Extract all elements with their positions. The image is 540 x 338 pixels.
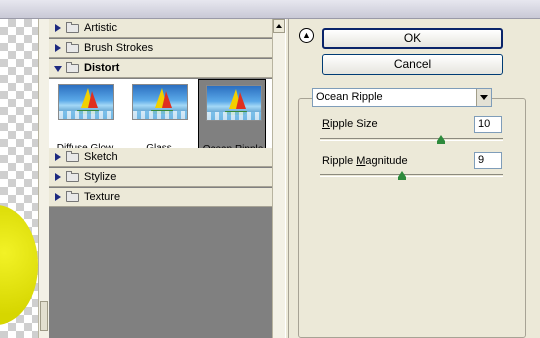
filter-settings-panel xyxy=(298,98,526,338)
filter-select[interactable]: Ocean Ripple xyxy=(312,88,492,107)
cancel-button[interactable]: Cancel xyxy=(322,54,503,75)
expand-arrow-icon xyxy=(55,173,61,181)
ripple-magnitude-input[interactable]: 9 xyxy=(474,152,502,169)
preview-image-shape xyxy=(0,205,38,325)
dialog-right-edge xyxy=(528,19,540,338)
window-top-strip xyxy=(0,0,540,19)
folder-icon xyxy=(66,22,79,33)
ripple-magnitude-slider-handle[interactable] xyxy=(398,171,407,180)
category-texture[interactable]: Texture xyxy=(49,188,272,207)
expand-arrow-icon xyxy=(55,44,61,52)
chevron-down-icon[interactable] xyxy=(476,89,491,106)
expand-arrow-icon xyxy=(55,24,61,32)
collapse-gallery-button[interactable]: ▲ xyxy=(299,28,314,43)
scroll-up-arrow-icon[interactable] xyxy=(273,19,285,33)
image-preview[interactable] xyxy=(0,19,38,338)
folder-icon xyxy=(66,151,79,162)
category-sketch[interactable]: Sketch xyxy=(49,148,272,167)
filter-preview-image xyxy=(58,84,114,120)
double-chevron-up-icon: ▲ xyxy=(302,30,311,40)
open-folder-icon xyxy=(66,62,79,73)
category-brush-strokes[interactable]: Brush Strokes xyxy=(49,39,272,58)
folder-icon xyxy=(66,171,79,182)
category-label: Sketch xyxy=(84,151,118,163)
expand-arrow-icon xyxy=(55,193,61,201)
ripple-magnitude-label: Ripple Magnitude xyxy=(322,155,408,167)
category-label: Distort xyxy=(84,62,120,74)
filter-preview-image xyxy=(132,84,188,120)
category-label: Stylize xyxy=(84,171,117,183)
ripple-size-slider-track[interactable] xyxy=(320,138,503,141)
filter-select-value: Ocean Ripple xyxy=(316,91,383,103)
folder-icon xyxy=(66,191,79,202)
collapse-arrow-icon xyxy=(54,66,62,72)
ripple-size-input[interactable]: 10 xyxy=(474,116,502,133)
category-label: Texture xyxy=(84,191,121,203)
panel-divider[interactable] xyxy=(285,19,289,338)
scrollbar-thumb[interactable] xyxy=(40,301,48,331)
category-label: Brush Strokes xyxy=(84,42,154,54)
expand-arrow-icon xyxy=(55,153,61,161)
ok-button[interactable]: OK xyxy=(322,28,503,49)
folder-icon xyxy=(66,42,79,53)
category-distort[interactable]: Distort xyxy=(49,59,272,78)
filter-preview-image xyxy=(206,85,262,121)
category-stylize[interactable]: Stylize xyxy=(49,168,272,187)
gallery-scrollbar[interactable] xyxy=(272,19,285,338)
category-label: Artistic xyxy=(84,22,117,34)
category-artistic[interactable]: Artistic xyxy=(49,19,272,38)
ripple-size-label: Ripple Size xyxy=(322,118,378,130)
ripple-magnitude-slider-track[interactable] xyxy=(320,174,503,177)
ripple-size-slider-handle[interactable] xyxy=(436,135,445,144)
filter-gallery: Artistic Brush Strokes Distort Diffuse G… xyxy=(49,19,272,338)
